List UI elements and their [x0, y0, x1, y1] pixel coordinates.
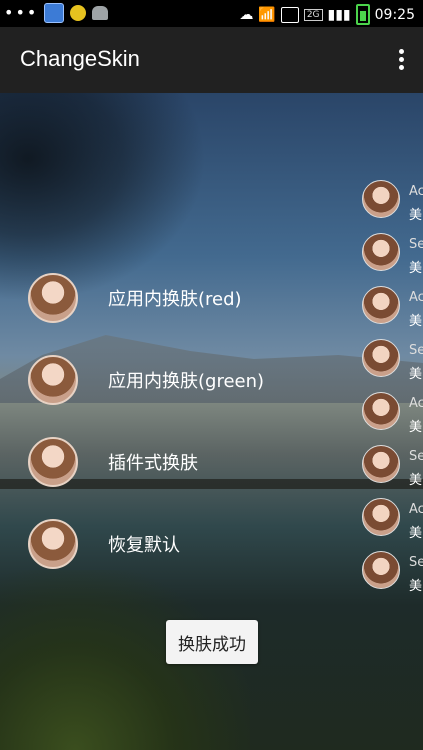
- menu-item-label: 应用内换肤(red): [108, 289, 242, 310]
- more-vertical-icon[interactable]: [397, 49, 405, 71]
- status-left: •••: [4, 3, 109, 23]
- avatar: [28, 273, 78, 323]
- list-item[interactable]: Se 美: [362, 445, 423, 495]
- list-item-subtitle: 美: [409, 261, 423, 276]
- avatar: [28, 355, 78, 405]
- list-item-title: Se: [409, 555, 423, 570]
- list-item-subtitle: 美: [409, 473, 423, 488]
- avatar: [362, 339, 400, 377]
- status-time: 09:25: [374, 6, 415, 23]
- list-item-subtitle: 美: [409, 208, 423, 223]
- android-icon: [92, 6, 109, 20]
- list-item-title: Ac: [409, 502, 423, 517]
- list-item-title: Se: [409, 237, 423, 252]
- list-item-subtitle: 美: [409, 367, 423, 382]
- avatar: [28, 519, 78, 569]
- list-item[interactable]: Se 美: [362, 233, 423, 283]
- avatar: [28, 437, 78, 487]
- avatar: [362, 286, 400, 324]
- app-screen: ••• ☁ 📶 2G ▮▮▮ 09:25 ChangeSkin 应用内换肤(re…: [0, 0, 423, 750]
- avatar: [362, 180, 400, 218]
- list-item[interactable]: Se 美: [362, 551, 423, 601]
- list-item-title: Ac: [409, 184, 423, 199]
- dots-icon: •••: [4, 3, 39, 22]
- menu-item-label: 恢复默认: [108, 535, 180, 556]
- avatar: [362, 551, 400, 589]
- menu-item-green[interactable]: 应用内换肤(green): [28, 352, 358, 408]
- cloud-icon: ☁: [239, 6, 254, 23]
- wifi-icon: 📶: [258, 6, 276, 23]
- list-item-title: Se: [409, 343, 423, 358]
- list-item-subtitle: 美: [409, 579, 423, 594]
- app-blue-icon: [44, 3, 65, 23]
- avatar: [362, 392, 400, 430]
- toast-message: 换肤成功: [166, 620, 258, 664]
- list-item[interactable]: Se 美: [362, 339, 423, 389]
- action-bar: ChangeSkin: [0, 27, 423, 93]
- network-type: 2G: [303, 8, 323, 21]
- list-item-title: Ac: [409, 396, 423, 411]
- menu-item-label: 应用内换肤(green): [108, 371, 265, 392]
- menu-item-plugin[interactable]: 插件式换肤: [28, 434, 358, 490]
- list-item[interactable]: Ac 美: [362, 498, 423, 548]
- list-item-subtitle: 美: [409, 314, 423, 329]
- sim-icon: [280, 6, 299, 23]
- app-title: ChangeSkin: [20, 46, 140, 71]
- avatar: [362, 498, 400, 536]
- list-item[interactable]: Ac 美: [362, 180, 423, 230]
- list-item-title: Se: [409, 449, 423, 464]
- battery-icon: [355, 4, 370, 25]
- list-item[interactable]: Ac 美: [362, 392, 423, 442]
- status-bar: ••• ☁ 📶 2G ▮▮▮ 09:25: [0, 0, 423, 27]
- list-item-subtitle: 美: [409, 526, 423, 541]
- chat-yellow-icon: [70, 5, 87, 21]
- list-item[interactable]: Ac 美: [362, 286, 423, 336]
- menu-item-reset[interactable]: 恢复默认: [28, 516, 358, 572]
- status-right: ☁ 📶 2G ▮▮▮ 09:25: [239, 4, 415, 25]
- signal-icon: ▮▮▮: [327, 6, 351, 23]
- avatar: [362, 233, 400, 271]
- menu-item-label: 插件式换肤: [108, 453, 198, 474]
- avatar: [362, 445, 400, 483]
- list-item-title: Ac: [409, 290, 423, 305]
- menu-item-red[interactable]: 应用内换肤(red): [28, 270, 358, 326]
- list-item-subtitle: 美: [409, 420, 423, 435]
